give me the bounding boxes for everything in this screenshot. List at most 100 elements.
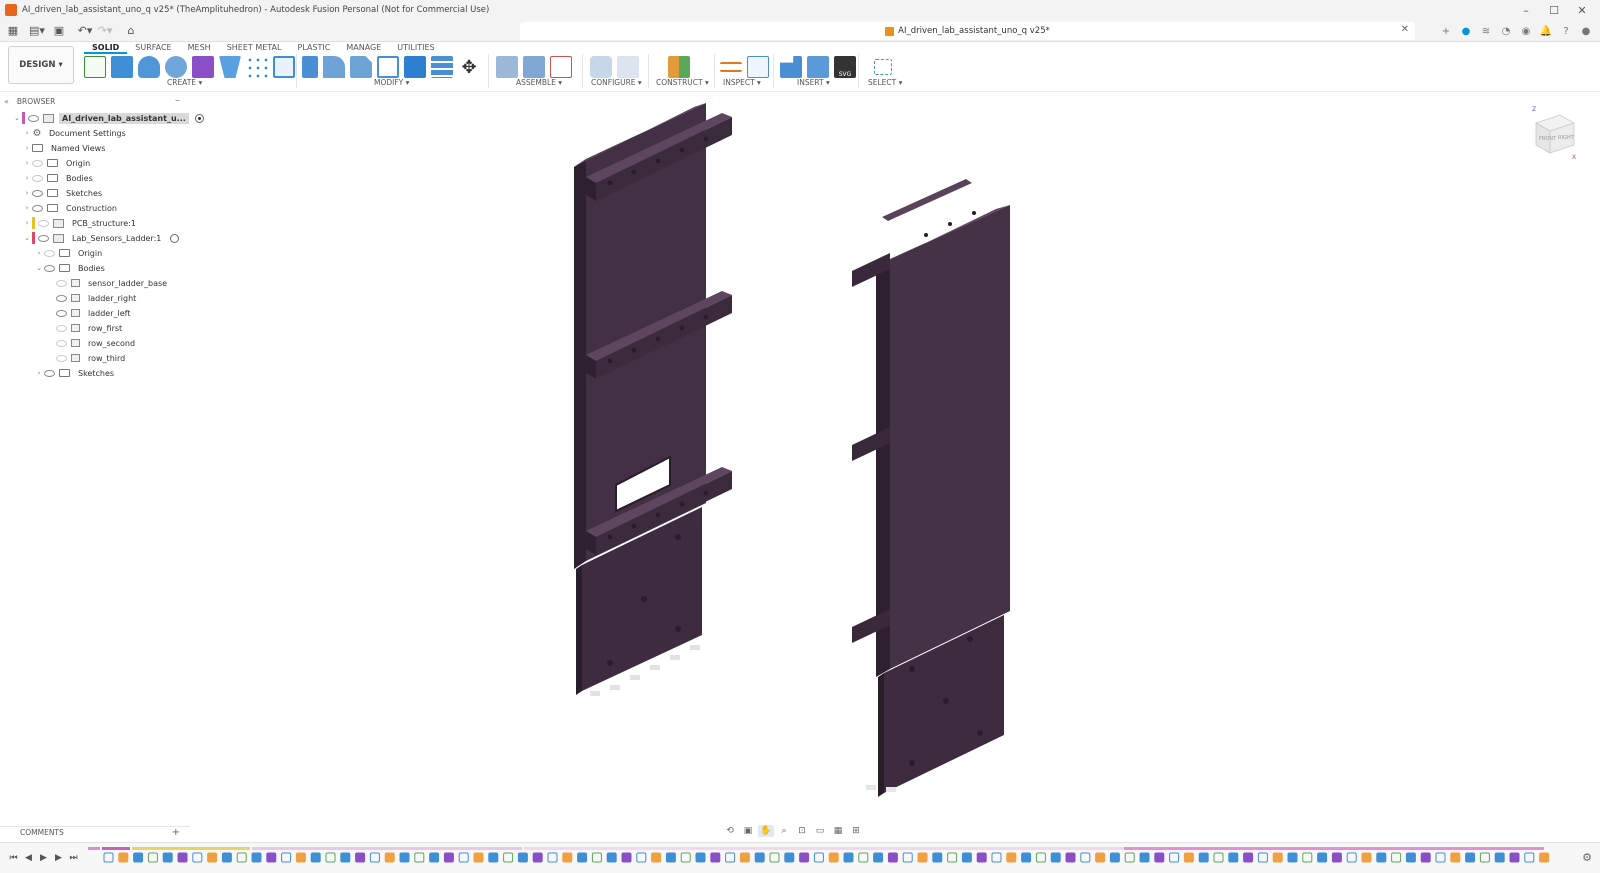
- extensions-icon[interactable]: ●: [1456, 21, 1476, 41]
- tree-item-body[interactable]: row_second: [56, 336, 138, 350]
- workspace-switcher[interactable]: DESIGN ▾: [8, 46, 74, 84]
- visibility-eye-icon[interactable]: [44, 264, 55, 272]
- timeline-feature-icon[interactable]: [1405, 852, 1416, 863]
- expand-arrow-icon[interactable]: ›: [22, 129, 32, 137]
- timeline-feature-icon[interactable]: [665, 852, 676, 863]
- timeline-feature-icon[interactable]: [488, 852, 499, 863]
- timeline-feature-icon[interactable]: [1331, 852, 1342, 863]
- timeline-feature-icon[interactable]: [961, 852, 972, 863]
- timeline-feature-icon[interactable]: [1539, 852, 1550, 863]
- display-settings-icon[interactable]: ▭: [812, 825, 828, 837]
- timeline-feature-icon[interactable]: [1257, 852, 1268, 863]
- timeline-feature-icon[interactable]: [991, 852, 1002, 863]
- timeline-feature-icon[interactable]: [458, 852, 469, 863]
- user-avatar[interactable]: ●: [1576, 21, 1596, 41]
- assemble-menu[interactable]: ASSEMBLE ▾: [516, 78, 562, 88]
- timeline-feature-icon[interactable]: [1021, 852, 1032, 863]
- timeline-feature-icon[interactable]: [873, 852, 884, 863]
- shell-icon[interactable]: [377, 56, 399, 78]
- tree-item-lab-sensors-ladder[interactable]: ⌄ Lab_Sensors_Ladder:1: [22, 231, 180, 245]
- tree-item-document-settings[interactable]: › ⚙ Document Settings: [22, 126, 129, 140]
- notifications-icon[interactable]: 🔔: [1536, 21, 1556, 41]
- tab-plastic[interactable]: PLASTIC: [289, 42, 338, 54]
- timeline-feature-icon[interactable]: [1420, 852, 1431, 863]
- timeline-feature-icon[interactable]: [843, 852, 854, 863]
- tree-item-body[interactable]: sensor_ladder_base: [56, 276, 170, 290]
- offset-plane-icon[interactable]: [668, 56, 690, 78]
- tree-item-sketches[interactable]: › Sketches: [22, 186, 105, 200]
- home-icon[interactable]: ⌂: [122, 22, 140, 40]
- go-to-start-icon[interactable]: ⏮: [6, 852, 21, 864]
- timeline-feature-icon[interactable]: [1213, 852, 1224, 863]
- close-tab-icon[interactable]: ✕: [1401, 24, 1409, 35]
- timeline-feature-icon[interactable]: [1006, 852, 1017, 863]
- expand-arrow-icon[interactable]: ›: [34, 369, 44, 377]
- timeline-feature-icon[interactable]: [1435, 852, 1446, 863]
- timeline-feature-icon[interactable]: [1050, 852, 1061, 863]
- fillet-icon[interactable]: [323, 56, 345, 78]
- insert-derive-icon[interactable]: [780, 56, 802, 78]
- construct-menu[interactable]: CONSTRUCT ▾: [656, 78, 709, 88]
- timeline-feature-icon[interactable]: [695, 852, 706, 863]
- timeline-feature-icon[interactable]: [236, 852, 247, 863]
- expand-arrow-icon[interactable]: ⌄: [22, 234, 32, 242]
- visibility-eye-icon[interactable]: [38, 219, 49, 227]
- comments-panel[interactable]: COMMENTS +: [0, 826, 190, 838]
- tree-item-named-views[interactable]: › Named Views: [22, 141, 108, 155]
- timeline-feature-icon[interactable]: [133, 852, 144, 863]
- step-forward-icon[interactable]: ▶: [51, 852, 66, 864]
- visibility-eye-icon[interactable]: [56, 309, 67, 317]
- timeline-feature-icon[interactable]: [325, 852, 336, 863]
- timeline-feature-icon[interactable]: [340, 852, 351, 863]
- tree-item-root[interactable]: ⌄ AI_driven_lab_assistant_u...: [12, 111, 204, 125]
- timeline-feature-icon[interactable]: [1124, 852, 1135, 863]
- pan-icon[interactable]: ✋: [758, 825, 774, 837]
- timeline-feature-icon[interactable]: [1465, 852, 1476, 863]
- section-analysis-icon[interactable]: [747, 56, 769, 78]
- timeline-feature-icon[interactable]: [562, 852, 573, 863]
- save-icon[interactable]: ▣: [50, 22, 68, 40]
- expand-arrow-icon[interactable]: ›: [22, 219, 32, 227]
- timeline-feature-icon[interactable]: [310, 852, 321, 863]
- timeline-feature-icon[interactable]: [1524, 852, 1535, 863]
- expand-arrow-icon[interactable]: ›: [22, 159, 32, 167]
- visibility-eye-icon[interactable]: [44, 369, 55, 377]
- move-copy-icon[interactable]: ✥: [458, 56, 480, 78]
- tree-item-body[interactable]: row_first: [56, 321, 125, 335]
- timeline-feature-icon[interactable]: [1391, 852, 1402, 863]
- look-at-icon[interactable]: ▣: [740, 825, 756, 837]
- visibility-eye-icon[interactable]: [28, 114, 39, 122]
- select-menu[interactable]: SELECT ▾: [868, 78, 902, 88]
- timeline-feature-icon[interactable]: [858, 852, 869, 863]
- timeline-feature-icon[interactable]: [532, 852, 543, 863]
- tree-item-origin[interactable]: › Origin: [22, 156, 93, 170]
- timeline-settings-icon[interactable]: ⚙: [1582, 851, 1592, 864]
- 3d-viewport[interactable]: [190, 95, 1600, 815]
- go-to-end-icon[interactable]: ⏭: [66, 852, 81, 864]
- expand-arrow-icon[interactable]: ›: [22, 144, 32, 152]
- timeline-feature-icon[interactable]: [162, 852, 173, 863]
- timeline-feature-icon[interactable]: [1361, 852, 1372, 863]
- timeline-feature-icon[interactable]: [799, 852, 810, 863]
- add-comment-icon[interactable]: +: [172, 827, 180, 838]
- timeline-feature-icon[interactable]: [1302, 852, 1313, 863]
- insert-menu[interactable]: INSERT ▾: [797, 78, 830, 88]
- new-component-icon[interactable]: [192, 56, 214, 78]
- tab-sheet-metal[interactable]: SHEET METAL: [219, 42, 290, 54]
- timeline-feature-icon[interactable]: [651, 852, 662, 863]
- tab-surface[interactable]: SURFACE: [127, 42, 179, 54]
- split-icon[interactable]: [431, 56, 453, 78]
- hole-icon[interactable]: [165, 56, 187, 78]
- timeline-feature-icon[interactable]: [1494, 852, 1505, 863]
- combine-icon[interactable]: [404, 56, 426, 78]
- tab-manage[interactable]: MANAGE: [338, 42, 389, 54]
- timeline-feature-icon[interactable]: [591, 852, 602, 863]
- tree-item-body[interactable]: row_third: [56, 351, 128, 365]
- timeline-feature-icon[interactable]: [369, 852, 380, 863]
- pattern-icon[interactable]: [246, 56, 268, 78]
- configure-table-icon[interactable]: [617, 56, 639, 78]
- visibility-eye-icon[interactable]: [56, 339, 67, 347]
- timeline-feature-icon[interactable]: [680, 852, 691, 863]
- minimize-icon[interactable]: –: [1512, 0, 1540, 20]
- ladder-left-model[interactable]: [574, 103, 732, 696]
